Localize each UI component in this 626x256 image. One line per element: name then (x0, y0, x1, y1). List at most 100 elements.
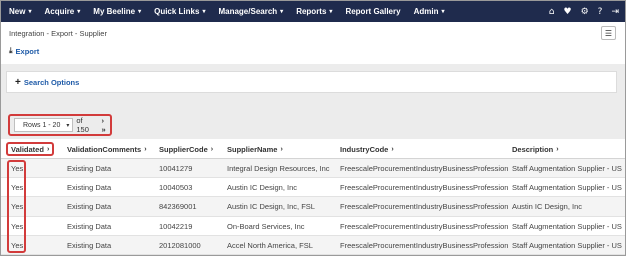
cell-validated: Yes (11, 221, 24, 231)
cell-validated: Yes (11, 164, 24, 173)
menu-icon: ☰ (604, 28, 613, 38)
cell-validated: Yes (11, 183, 24, 193)
cell-validation-comments: Existing Data (67, 164, 112, 173)
column-header-description[interactable]: Description › (512, 139, 624, 159)
cell-industry-code: FreescaleProcurementIndustryBusinessProf… (340, 183, 508, 193)
nav-icon-group: ⌂ ♥ ⚙ ? ⇥ (549, 1, 619, 22)
supplier-table: Validated › ValidationComments › SupplierC… (1, 139, 625, 255)
cell-description: Staff Augmentation Supplier - US (512, 164, 622, 173)
table-row[interactable]: Yes Existing Data 10042219 On-Board Serv… (1, 216, 625, 236)
cell-supplier-name: Integral Design Resources, Inc (227, 164, 330, 173)
page-header: Integration - Export - Supplier ⤓ Export… (1, 22, 625, 64)
heart-icon[interactable]: ♥ (564, 7, 572, 17)
rows-select-value: Rows 1 - 20 (23, 121, 61, 129)
nav-report-gallery-label: Report Gallery (345, 7, 401, 16)
column-header-supplier-code[interactable]: SupplierCode › (159, 139, 221, 159)
logout-icon[interactable]: ⇥ (611, 7, 619, 17)
cell-supplier-code: 2012081000 (159, 240, 201, 250)
column-header-industry-code[interactable]: IndustryCode › (340, 139, 508, 159)
nav-reports-label: Reports (296, 7, 327, 16)
search-options-label: Search Options (23, 77, 80, 87)
nav-admin[interactable]: Admin ▾ (414, 7, 445, 16)
nav-quick-links[interactable]: Quick Links ▾ (154, 7, 205, 16)
column-header-label: Validated (11, 144, 44, 154)
rows-per-page-select[interactable]: Rows 1 - 20 ▾ (14, 118, 74, 132)
hamburger-menu-button[interactable]: ☰ (601, 26, 616, 40)
cell-supplier-name: Accel North America, FSL (227, 240, 313, 250)
cell-validated: Yes (11, 240, 24, 250)
chevron-down-icon: ▾ (28, 9, 32, 15)
search-options-panel[interactable]: + Search Options (6, 71, 617, 93)
cell-supplier-name: Austin IC Design, Inc (227, 183, 298, 193)
chevron-down-icon: ▾ (329, 9, 333, 15)
table-row[interactable]: Yes Existing Data 842369001 Austin IC De… (1, 197, 625, 217)
column-header-validated[interactable]: Validated › (11, 139, 59, 159)
cell-supplier-name: Austin IC Design, Inc, FSL (227, 202, 315, 212)
cell-validation-comments: Existing Data (67, 221, 112, 231)
column-header-label: SupplierCode (159, 144, 208, 154)
sort-icon: › (280, 145, 283, 153)
home-icon[interactable]: ⌂ (549, 7, 555, 17)
table-header: Validated › ValidationComments › SupplierC… (1, 139, 625, 159)
sort-icon: › (144, 145, 147, 153)
cell-supplier-code: 10041279 (159, 164, 193, 173)
cell-description: Staff Augmentation Supplier - US (512, 240, 622, 250)
next-page-icons[interactable]: › » (102, 116, 110, 134)
download-icon: ⤓ (9, 46, 13, 55)
cell-supplier-code: 842369001 (159, 202, 197, 212)
cell-validation-comments: Existing Data (67, 183, 112, 193)
sort-icon: › (46, 145, 50, 153)
cell-validation-comments: Existing Data (67, 202, 112, 212)
nav-manage-search[interactable]: Manage/Search ▾ (218, 7, 283, 16)
sort-icon: › (556, 145, 559, 153)
nav-manage-search-label: Manage/Search (218, 7, 278, 16)
cell-industry-code: FreescaleProcurementIndustryBusinessProf… (340, 221, 508, 231)
table-row[interactable]: Yes Existing Data 10041279 Integral Desi… (1, 159, 625, 179)
cell-supplier-code: 10042219 (159, 221, 193, 231)
nav-admin-label: Admin (413, 7, 439, 16)
chevron-down-icon: ▾ (138, 9, 142, 15)
nav-reports[interactable]: Reports ▾ (296, 7, 332, 16)
cell-validation-comments: Existing Data (67, 240, 112, 250)
plus-icon: + (15, 76, 21, 88)
export-label: Export (15, 46, 40, 56)
nav-quick-links-label: Quick Links (154, 7, 200, 16)
nav-new-label: New (9, 7, 26, 16)
nav-my-beeline[interactable]: My Beeline ▾ (93, 7, 141, 16)
cell-validated: Yes (11, 202, 24, 212)
cell-supplier-name: On-Board Services, Inc (227, 221, 305, 231)
chevron-down-icon: ▾ (202, 9, 206, 15)
nav-acquire[interactable]: Acquire ▾ (44, 7, 80, 16)
cell-industry-code: FreescaleProcurementIndustryBusinessProf… (340, 164, 508, 173)
top-nav-bar: New ▾ Acquire ▾ My Beeline ▾ Quick Links ▾ M… (1, 1, 625, 22)
cell-industry-code: FreescaleProcurementIndustryBusinessProf… (340, 240, 508, 250)
cell-description: Staff Augmentation Supplier - US (512, 221, 622, 231)
table-row[interactable]: Yes Existing Data 2012081000 Accel North… (1, 235, 625, 255)
sort-icon: › (391, 145, 394, 153)
gear-icon[interactable]: ⚙ (581, 7, 589, 17)
column-header-validation-comments[interactable]: ValidationComments › (67, 139, 152, 159)
cell-supplier-code: 10040503 (159, 183, 193, 193)
nav-new[interactable]: New ▾ (9, 7, 31, 16)
help-icon[interactable]: ? (598, 7, 603, 17)
pagination-control: Rows 1 - 20 ▾ of 150 › » (8, 114, 112, 136)
chevron-down-icon: ▾ (441, 9, 445, 15)
cell-industry-code: FreescaleProcurementIndustryBusinessProf… (340, 202, 508, 212)
nav-my-beeline-label: My Beeline (93, 7, 136, 16)
cell-description: Austin IC Design, Inc (512, 202, 583, 212)
column-header-label: ValidationComments (67, 144, 142, 154)
column-header-supplier-name[interactable]: SupplierName › (227, 139, 335, 159)
chevron-down-icon: ▾ (280, 9, 284, 15)
nav-report-gallery[interactable]: Report Gallery (345, 7, 400, 16)
cell-description: Staff Augmentation Supplier - US (512, 183, 622, 193)
export-link[interactable]: ⤓ Export (9, 46, 39, 56)
nav-acquire-label: Acquire (44, 7, 75, 16)
column-header-label: SupplierName (227, 144, 278, 154)
column-header-label: IndustryCode (340, 144, 389, 154)
column-header-label: Description (512, 144, 554, 154)
table-row[interactable]: Yes Existing Data 10040503 Austin IC Des… (1, 178, 625, 198)
breadcrumb: Integration - Export - Supplier (9, 29, 107, 38)
chevron-down-icon: ▾ (66, 122, 70, 129)
chevron-down-icon: ▾ (77, 9, 81, 15)
pagination-total: of 150 (76, 116, 89, 134)
